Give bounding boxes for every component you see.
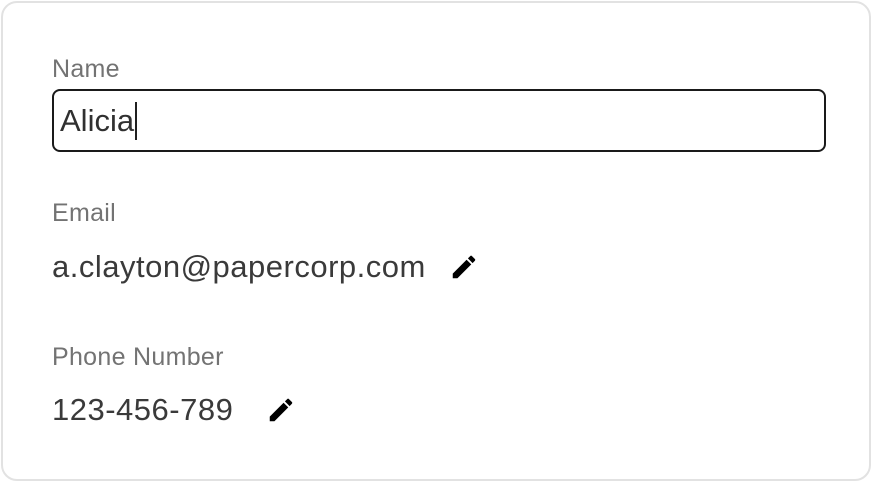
phone-label: Phone Number	[52, 343, 224, 371]
name-input-value[interactable]: Alicia	[60, 103, 134, 139]
email-row: a.clayton@papercorp.com	[52, 247, 482, 287]
name-input[interactable]: Alicia	[52, 89, 826, 152]
phone-value: 123-456-789	[52, 392, 234, 427]
text-cursor	[135, 101, 138, 140]
pencil-icon	[452, 255, 476, 279]
pencil-icon	[270, 398, 293, 422]
email-label: Email	[52, 199, 117, 227]
phone-row: 123-456-789	[52, 390, 299, 430]
profile-card: Name Alicia Email a.clayton@papercorp.co…	[1, 1, 871, 481]
name-label: Name	[52, 55, 120, 83]
email-value: a.clayton@papercorp.com	[52, 249, 426, 284]
edit-phone-button[interactable]	[263, 392, 299, 428]
edit-email-button[interactable]	[446, 249, 482, 285]
